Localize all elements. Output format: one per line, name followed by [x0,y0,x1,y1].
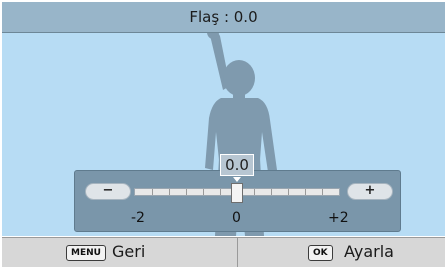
slider-thumb[interactable] [231,183,243,203]
slider-tick [203,189,204,195]
slider-tick [305,189,306,195]
slider-tick [169,189,170,195]
scale-center-label: 0 [232,210,241,226]
menu-key-icon: MENU [66,245,106,261]
back-button-label: Geri [112,242,146,261]
plus-icon: + [364,183,376,198]
slider-tick [152,189,153,195]
set-button-label: Ayarla [344,242,394,261]
camera-screen: Flaş : 0.0 0.0 − + -2 0 +2 MENU Geri OK … [0,0,447,270]
scale-max-label: +2 [328,210,349,226]
title-divider [2,32,445,33]
slider-tick [186,189,187,195]
ok-key-icon: OK [308,245,333,261]
page-title: Flaş : 0.0 [2,2,445,32]
slider-tick [322,189,323,195]
current-value-display: 0.0 [220,154,254,176]
increase-button[interactable]: + [347,183,393,200]
slider-tick [220,189,221,195]
minus-icon: − [102,183,114,198]
slider-tick [254,189,255,195]
scale-min-label: -2 [131,210,145,226]
slider-tick [271,189,272,195]
slider-pointer-icon [233,177,241,182]
decrease-button[interactable]: − [85,183,131,200]
footer-divider [237,237,238,267]
slider-tick [288,189,289,195]
